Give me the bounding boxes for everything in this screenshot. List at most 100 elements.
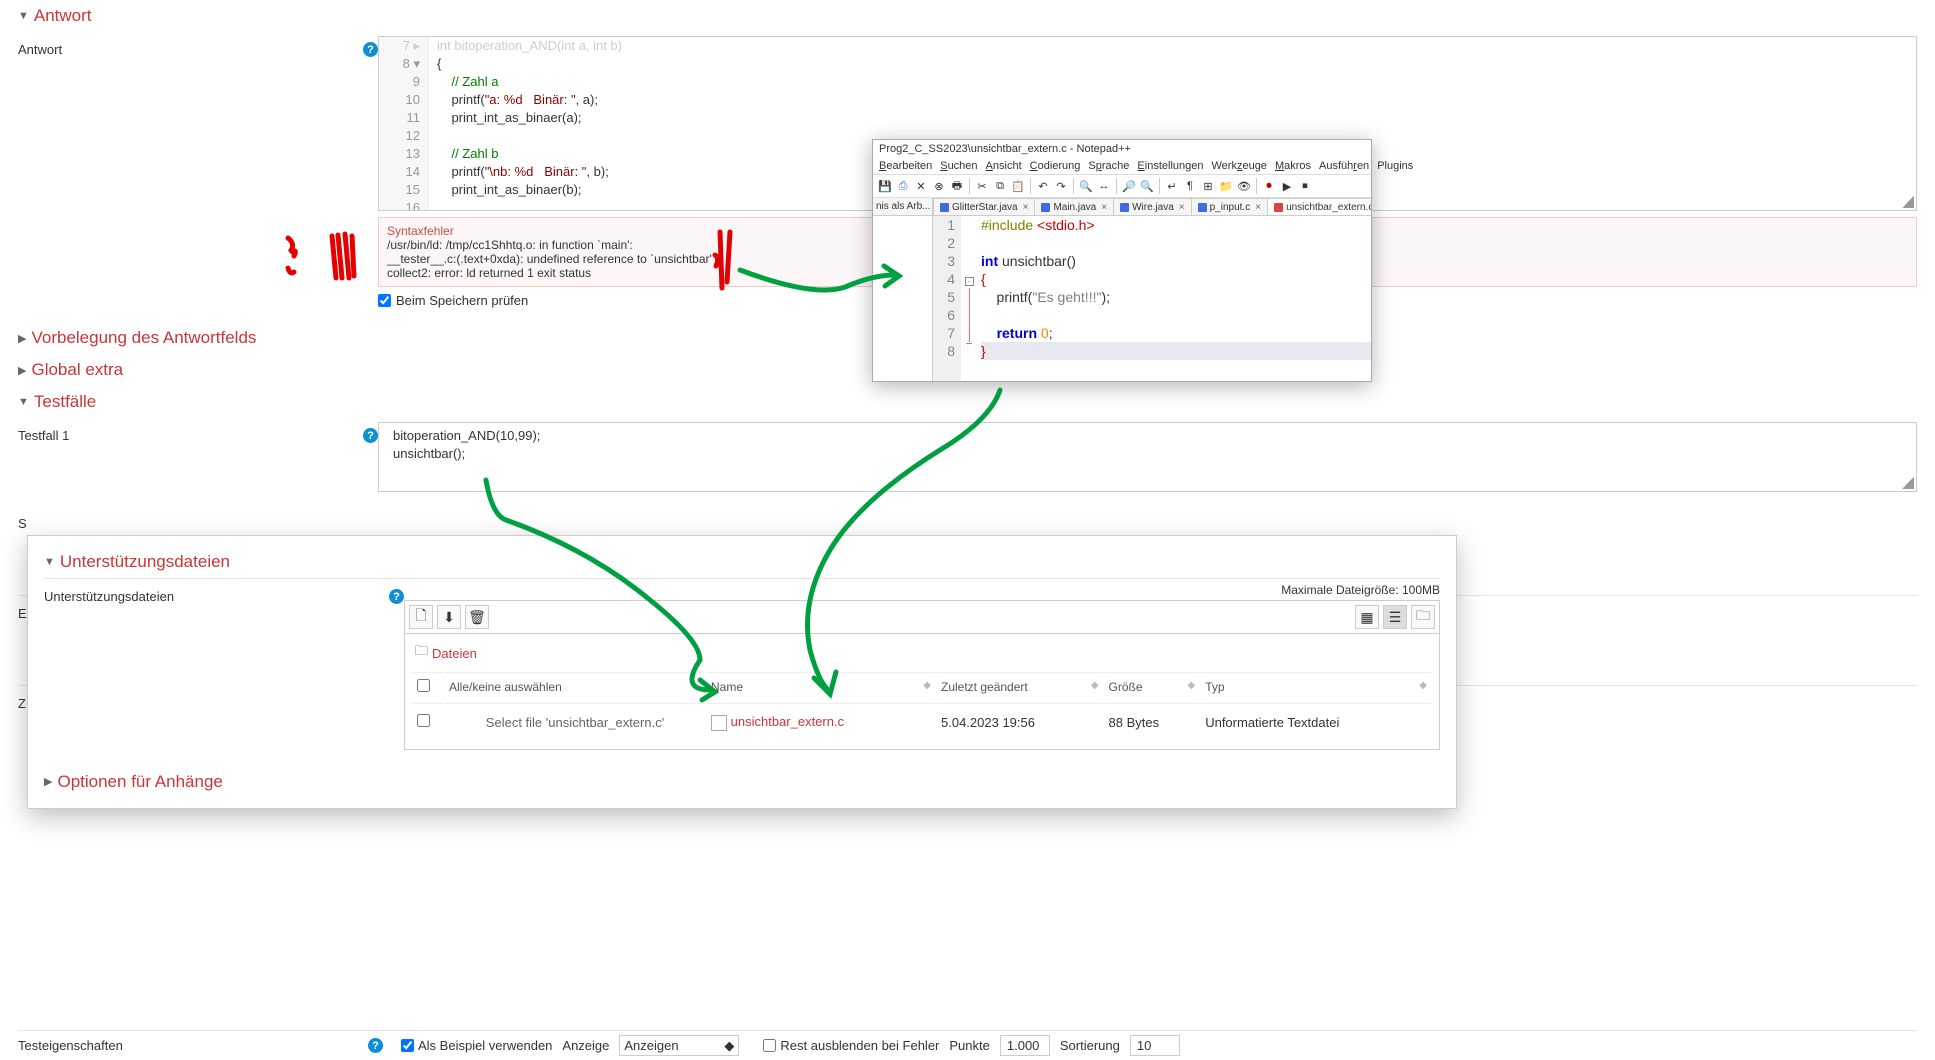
file-type: Unformatierte Textdatei [1201,703,1431,741]
select-all-checkbox[interactable] [417,679,430,692]
close-icon[interactable]: × [1179,202,1185,213]
disk-icon [1120,203,1129,212]
tab-bar: GlitterStar.java× Main.java× Wire.java× … [933,198,1371,216]
resize-handle-icon[interactable] [1902,196,1914,208]
col-type[interactable]: Typ ◆ [1201,672,1431,701]
file-toolbar: 🗋 ⬇ 🗑 ▦ ☰ 🗀 [404,600,1440,634]
monitor-icon[interactable]: 👁 [1236,178,1252,194]
help-icon[interactable]: ? [363,42,378,57]
menu-ansicht[interactable]: Ansicht [986,160,1022,172]
cut-icon[interactable]: ✂ [974,178,990,194]
close-all-icon[interactable]: ⊗ [931,178,947,194]
section-title: Optionen für Anhänge [57,772,222,792]
sortierung-input[interactable]: 10 [1130,1035,1180,1056]
tab-main[interactable]: Main.java× [1034,198,1114,215]
caret-right-icon: ▶ [18,332,26,345]
record-macro-icon[interactable]: ⏺ [1261,178,1277,194]
caret-down-icon: ▼ [18,396,29,408]
menu-suchen[interactable]: Suchen [940,160,977,172]
paste-icon[interactable]: 📋 [1010,178,1026,194]
tab-pinput[interactable]: p_input.c× [1191,198,1268,215]
file-checkbox[interactable] [417,714,430,727]
col-modified[interactable]: Zuletzt geändert ◆ [937,672,1103,701]
close-icon[interactable]: × [1255,202,1261,213]
section-testfaelle-header[interactable]: ▼ Testfälle [0,386,1935,418]
file-breadcrumb[interactable]: 🗀 Dateien [411,640,1433,666]
menu-bar: Bearbeiten Suchen Ansicht Codierung Spra… [873,158,1371,175]
tab-wire[interactable]: Wire.java× [1113,198,1192,215]
copy-icon[interactable]: ⧉ [992,178,1008,194]
new-file-button[interactable]: 🗋 [409,605,433,629]
toolbar: 💾 ⎙ ✕ ⊗ 🖶 ✂ ⧉ 📋 ↶ ↷ 🔍 ↔ 🔎 🔍 ↵ ¶ ⊞ 📁 👁 ⏺ … [873,175,1371,198]
notepad-window[interactable]: Prog2_C_SS2023\unsichtbar_extern.c - Not… [872,139,1372,382]
notepad-editor[interactable]: 1234 5678 - #include <stdio.h> int unsic… [873,216,1371,381]
disk-icon [1041,203,1050,212]
menu-sprache[interactable]: Sprache [1088,160,1129,172]
menu-werkzeuge[interactable]: Werkzeuge [1211,160,1266,172]
file-row[interactable]: Select file 'unsichtbar_extern.c' unsich… [413,703,1431,741]
delete-button[interactable]: 🗑 [465,605,489,629]
menu-codierung[interactable]: Codierung [1030,160,1081,172]
view-tree-button[interactable]: 🗀 [1411,605,1435,629]
save-icon[interactable]: 💾 [877,178,893,194]
folder-icon: 🗀 [415,642,428,664]
close-file-icon[interactable]: ✕ [913,178,929,194]
rest-ausblenden-checkbox[interactable] [763,1039,776,1052]
support-label: Unterstützungsdateien ? [44,583,404,750]
stop-macro-icon[interactable]: ⏹ [1297,178,1313,194]
caret-down-icon: ▼ [44,556,55,568]
replace-icon[interactable]: ↔ [1096,178,1112,194]
zoom-out-icon[interactable]: 🔍 [1139,178,1155,194]
zoom-in-icon[interactable]: 🔎 [1121,178,1137,194]
show-all-chars-icon[interactable]: ¶ [1182,178,1198,194]
check-on-save-label: Beim Speichern prüfen [396,293,528,308]
testfall-code-editor[interactable]: bitoperation_AND(10,99); unsichtbar(); [378,422,1917,492]
punkte-input[interactable]: 1.000 [1000,1035,1050,1056]
als-beispiel-checkbox[interactable] [401,1039,414,1052]
check-on-save-checkbox[interactable] [378,294,391,307]
menu-plugins[interactable]: Plugins [1377,160,1413,172]
caret-right-icon: ▶ [18,364,26,377]
menu-bearbeiten[interactable]: Bearbeiten [879,160,932,172]
window-title: Prog2_C_SS2023\unsichtbar_extern.c - Not… [873,140,1371,158]
folder-icon[interactable]: 📁 [1218,178,1234,194]
play-macro-icon[interactable]: ▶ [1279,178,1295,194]
col-name[interactable]: Name ◆ [707,672,935,701]
left-strip-label[interactable]: nis als Arb... [873,198,933,216]
caret-right-icon: ▶ [44,775,52,788]
section-antwort-header[interactable]: ▼ Antwort [0,0,1935,32]
file-name-link[interactable]: unsichtbar_extern.c [731,714,844,729]
section-title: Testfälle [34,392,96,412]
menu-einstellungen[interactable]: Einstellungen [1137,160,1203,172]
help-icon[interactable]: ? [363,428,378,443]
wordwrap-icon[interactable]: ↵ [1164,178,1180,194]
view-list-button[interactable]: ☰ [1383,605,1407,629]
max-filesize-label: Maximale Dateigröße: 100MB [404,583,1440,597]
close-icon[interactable]: × [1101,202,1107,213]
section-title: Vorbelegung des Antwortfelds [31,328,256,348]
save-all-icon[interactable]: ⎙ [895,178,911,194]
indent-guide-icon[interactable]: ⊞ [1200,178,1216,194]
help-icon[interactable]: ? [368,1038,383,1053]
download-button[interactable]: ⬇ [437,605,461,629]
resize-handle-icon[interactable] [1902,477,1914,489]
print-icon[interactable]: 🖶 [949,178,965,194]
undo-icon[interactable]: ↶ [1035,178,1051,194]
find-icon[interactable]: 🔍 [1078,178,1094,194]
disk-icon [1198,203,1207,212]
punkte-label: Punkte [949,1038,995,1053]
view-grid-button[interactable]: ▦ [1355,605,1379,629]
als-beispiel-label: Als Beispiel verwenden [418,1038,552,1053]
tab-unsichtbar[interactable]: unsichtbar_extern.c× [1267,198,1371,215]
help-icon[interactable]: ? [389,589,404,604]
disk-icon [940,203,949,212]
col-size[interactable]: Größe ◆ [1105,672,1200,701]
anzeige-select[interactable]: Anzeigen◆ [619,1035,739,1056]
menu-ausfuehren[interactable]: Ausführen [1319,160,1369,172]
fold-minus-icon[interactable]: - [965,277,974,286]
tab-glitterstar[interactable]: GlitterStar.java× [933,198,1035,215]
close-icon[interactable]: × [1023,202,1029,213]
menu-makros[interactable]: Makros [1275,160,1311,172]
file-modified: 5.04.2023 19:56 [937,703,1103,741]
redo-icon[interactable]: ↷ [1053,178,1069,194]
